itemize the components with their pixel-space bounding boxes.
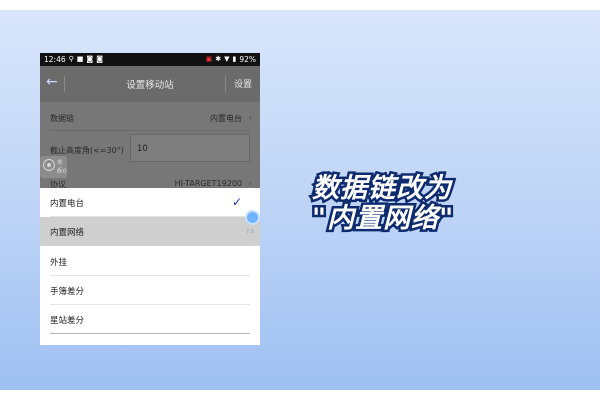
divider [50, 130, 250, 131]
phone-screen: 12:46 ⚲ ■ ◙ ◙ ▣ ✱ ▼ ▮ 92% ← 设置移动站 设置 数据链… [40, 53, 260, 345]
notification-icon: ◙ [96, 55, 103, 63]
app-bar: ← 设置移动站 设置 [40, 66, 260, 102]
floating-status-widget[interactable]: 单点 0.0 [40, 156, 67, 178]
elevation-input[interactable]: 10 [130, 134, 250, 162]
battery-icon: ▮ [232, 55, 237, 63]
divider [225, 76, 226, 92]
caption-line-2: "内置网络" [310, 201, 456, 236]
sim-icon: ▣ [205, 55, 213, 63]
battery-level: 92% [239, 55, 256, 64]
datalink-value: 内置电台 [210, 114, 242, 123]
floating-value: 0.0 [57, 168, 67, 175]
option-external[interactable]: 外挂 [40, 247, 260, 276]
page-title: 设置移动站 [126, 80, 174, 91]
option-label: 手簿差分 [50, 287, 85, 297]
option-label: 内置网络 [50, 228, 85, 238]
status-bar: 12:46 ⚲ ■ ◙ ◙ ▣ ✱ ▼ ▮ 92% [40, 53, 260, 66]
option-satellite-diff[interactable]: 星站差分 [40, 305, 260, 334]
wifi-icon: ▼ [224, 55, 230, 63]
option-label: 内置电台 [50, 199, 85, 209]
divider [50, 333, 250, 334]
option-builtin-network[interactable]: 内置网络 [40, 217, 260, 246]
option-builtin-radio[interactable]: 内置电台 ✓ [40, 188, 260, 217]
location-icon: ⚲ [68, 55, 74, 63]
option-label: 外挂 [50, 258, 68, 268]
form-content: 数据链 内置电台 › 截止高度角(<=30°) 10 协议 HI-TARGET1… [40, 102, 260, 189]
protocol-value: HI-TARGET19200 [174, 179, 242, 188]
annotation-caption: 数据链改为 "内置网络" [310, 171, 552, 236]
datalink-label: 数据链 [50, 114, 74, 123]
datalink-options-sheet: 内置电台 ✓ 内置网络 外挂 手簿差分 星站差分 [40, 188, 260, 345]
scroll-handle[interactable] [247, 212, 258, 223]
chevron-right-icon: › [248, 179, 252, 188]
target-icon [43, 159, 55, 171]
scroll-tag: 7,0 [246, 229, 254, 235]
elevation-label: 截止高度角(<=30°) [50, 146, 124, 155]
caption-line-1: 数据链改为 [310, 171, 454, 206]
notification-icon: ◙ [86, 55, 94, 63]
chevron-right-icon: › [248, 113, 252, 122]
status-time: 12:46 [44, 55, 66, 64]
settings-button[interactable]: 设置 [234, 77, 252, 90]
option-handheld-diff[interactable]: 手簿差分 [40, 276, 260, 305]
checkmark-icon: ✓ [231, 195, 242, 209]
square-icon: ■ [76, 55, 84, 63]
option-label: 星站差分 [50, 316, 85, 326]
bluetooth-icon: ✱ [215, 55, 222, 63]
